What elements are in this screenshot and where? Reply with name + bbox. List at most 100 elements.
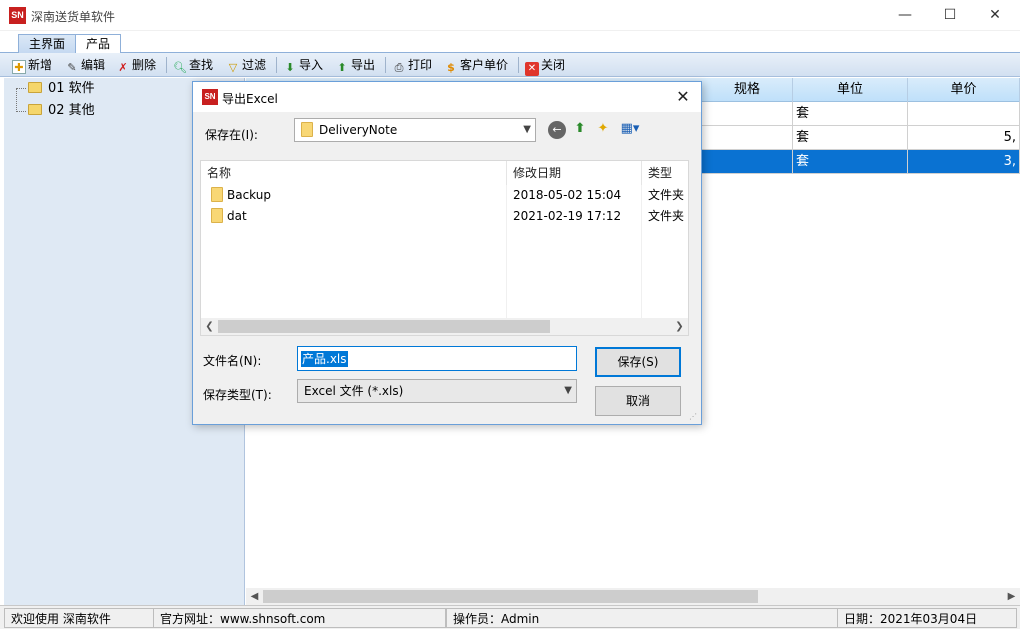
delete-label: 删除	[132, 58, 157, 72]
tab-products[interactable]: 产品	[75, 34, 122, 54]
tab-strip: 主界面 产品	[0, 31, 1020, 54]
up-folder-icon[interactable]: ⬆	[571, 120, 589, 138]
tree-item-other[interactable]: 02 其他	[28, 101, 95, 121]
window-title: 深南送货单软件	[31, 10, 116, 24]
edit-button[interactable]: ✎ 编辑	[65, 56, 105, 74]
printer-icon: ⎙	[394, 61, 404, 74]
save-button[interactable]: 保存(S)	[595, 347, 681, 377]
cell-spec	[702, 126, 793, 150]
file-list-horizontal-scrollbar[interactable]: ❮ ❯	[201, 318, 688, 335]
export-icon: ⬆	[337, 61, 347, 74]
cell-price	[908, 102, 1020, 126]
print-button[interactable]: ⎙ 打印	[392, 56, 432, 74]
filetype-label: 保存类型(T):	[203, 388, 272, 402]
delete-icon: ✗	[118, 61, 128, 74]
file-type: 文件夹	[648, 209, 685, 223]
status-operator: 操作员：Admin	[446, 608, 838, 628]
chevron-down-icon: ▼	[564, 385, 572, 396]
new-button[interactable]: ✚ 新增	[12, 56, 52, 74]
list-item-backup[interactable]: Backup 2018-05-02 15:04 文件夹	[201, 185, 688, 206]
file-modified: 2018-05-02 15:04	[513, 188, 622, 202]
cell-spec	[702, 102, 793, 126]
dialog-close-button[interactable]: ✕	[671, 86, 695, 108]
magnifier-icon: 🔍︎	[173, 61, 187, 74]
back-icon[interactable]: ←	[548, 121, 566, 139]
toolbar: ✚ 新增 ✎ 编辑 ✗ 删除 🔍︎ 查找 ▽ 过滤 ⬇ 导入 ⬆ 导出 ⎙ 打印 $ 客户单价 ✕…	[0, 53, 1020, 77]
column-header-unit[interactable]: 单位	[793, 78, 908, 102]
list-item-dat[interactable]: dat 2021-02-19 17:12 文件夹	[201, 206, 688, 227]
column-header-modified[interactable]: 修改日期	[507, 161, 642, 185]
cell-spec	[702, 150, 793, 174]
scroll-thumb[interactable]	[218, 320, 550, 333]
toolbar-separator	[276, 57, 277, 73]
filter-icon: ▽	[228, 61, 238, 74]
scroll-right-icon[interactable]: ▶	[1003, 588, 1020, 605]
app-logo-icon: SN	[9, 7, 26, 24]
cell-unit: 套	[793, 126, 908, 150]
cell-unit: 套	[793, 102, 908, 126]
file-name: dat	[211, 206, 501, 227]
filter-label: 过滤	[242, 58, 267, 72]
import-icon: ⬇	[285, 61, 295, 74]
filter-button[interactable]: ▽ 过滤	[226, 56, 266, 74]
filename-label: 文件名(N):	[203, 354, 262, 368]
status-website: 官方网址：www.shnsoft.com	[153, 608, 446, 628]
export-label: 导出	[351, 58, 376, 72]
find-button[interactable]: 🔍︎ 查找	[173, 56, 213, 74]
filetype-value: Excel 文件 (*.xls)	[304, 384, 404, 398]
toolbar-separator	[518, 57, 519, 73]
tree-connector	[16, 88, 26, 89]
column-header-spec[interactable]: 规格	[702, 78, 793, 102]
close-label: 关闭	[541, 58, 566, 72]
scroll-left-icon[interactable]: ❮	[201, 318, 218, 335]
export-excel-dialog: SN 导出Excel ✕ 保存在(I): DeliveryNote ▼ ← ⬆ …	[192, 81, 702, 425]
file-type: 文件夹	[648, 188, 685, 202]
file-name-text: dat	[227, 209, 247, 223]
column-header-price[interactable]: 单价	[908, 78, 1020, 102]
filename-value: 产品.xls	[301, 351, 348, 367]
customer-price-label: 客户单价	[460, 58, 509, 72]
close-window-button[interactable]: ✕	[972, 0, 1018, 31]
new-folder-icon[interactable]: ✦	[594, 120, 612, 138]
filename-input[interactable]: 产品.xls	[297, 346, 577, 371]
filetype-dropdown[interactable]: Excel 文件 (*.xls) ▼	[297, 379, 577, 403]
export-button[interactable]: ⬆ 导出	[335, 56, 375, 74]
toolbar-separator	[385, 57, 386, 73]
column-header-type[interactable]: 类型	[642, 161, 688, 185]
tree-item-label: 02 其他	[48, 103, 95, 118]
file-list: 名称 修改日期 类型 Backup 2018-05-02 15:04 文件夹 d…	[200, 160, 689, 336]
delete-button[interactable]: ✗ 删除	[116, 56, 156, 74]
tree-item-label: 01 软件	[48, 81, 95, 96]
view-menu-icon[interactable]: ▦▾	[617, 120, 643, 138]
window-title-bar: SN 深南送货单软件 — ☐ ✕	[0, 0, 1020, 31]
scroll-thumb[interactable]	[263, 590, 758, 603]
close-tab-button[interactable]: ✕ 关闭	[525, 56, 566, 76]
app-logo-icon: SN	[202, 89, 218, 105]
minimize-button[interactable]: —	[882, 0, 928, 31]
scroll-left-icon[interactable]: ◀	[246, 588, 263, 605]
new-label: 新增	[28, 58, 53, 72]
folder-icon	[211, 208, 223, 223]
print-label: 打印	[408, 58, 433, 72]
import-button[interactable]: ⬇ 导入	[283, 56, 323, 74]
customer-price-button[interactable]: $ 客户单价	[444, 56, 508, 74]
column-header-name[interactable]: 名称	[201, 161, 507, 185]
tree-item-software[interactable]: 01 软件	[28, 79, 95, 99]
edit-label: 编辑	[81, 58, 106, 72]
grid-horizontal-scrollbar[interactable]: ◀ ▶	[246, 588, 1020, 605]
maximize-button[interactable]: ☐	[927, 0, 973, 31]
folder-icon	[211, 187, 223, 202]
file-name: Backup	[211, 185, 501, 206]
tree-connector	[16, 88, 17, 112]
import-label: 导入	[299, 58, 324, 72]
cancel-button[interactable]: 取消	[595, 386, 681, 416]
dialog-body: 保存在(I): DeliveryNote ▼ ← ⬆ ✦ ▦▾ 名称 修改日期 …	[193, 112, 701, 424]
folder-icon	[301, 122, 313, 137]
resize-grip-icon[interactable]: ⋰	[689, 412, 699, 422]
scroll-right-icon[interactable]: ❯	[671, 318, 688, 335]
tab-main[interactable]: 主界面	[18, 34, 77, 53]
status-welcome: 欢迎使用 深南软件	[4, 608, 154, 628]
dialog-title-bar: SN 导出Excel ✕	[193, 82, 701, 112]
save-in-dropdown[interactable]: DeliveryNote ▼	[294, 118, 536, 142]
close-icon: ✕	[525, 62, 539, 76]
